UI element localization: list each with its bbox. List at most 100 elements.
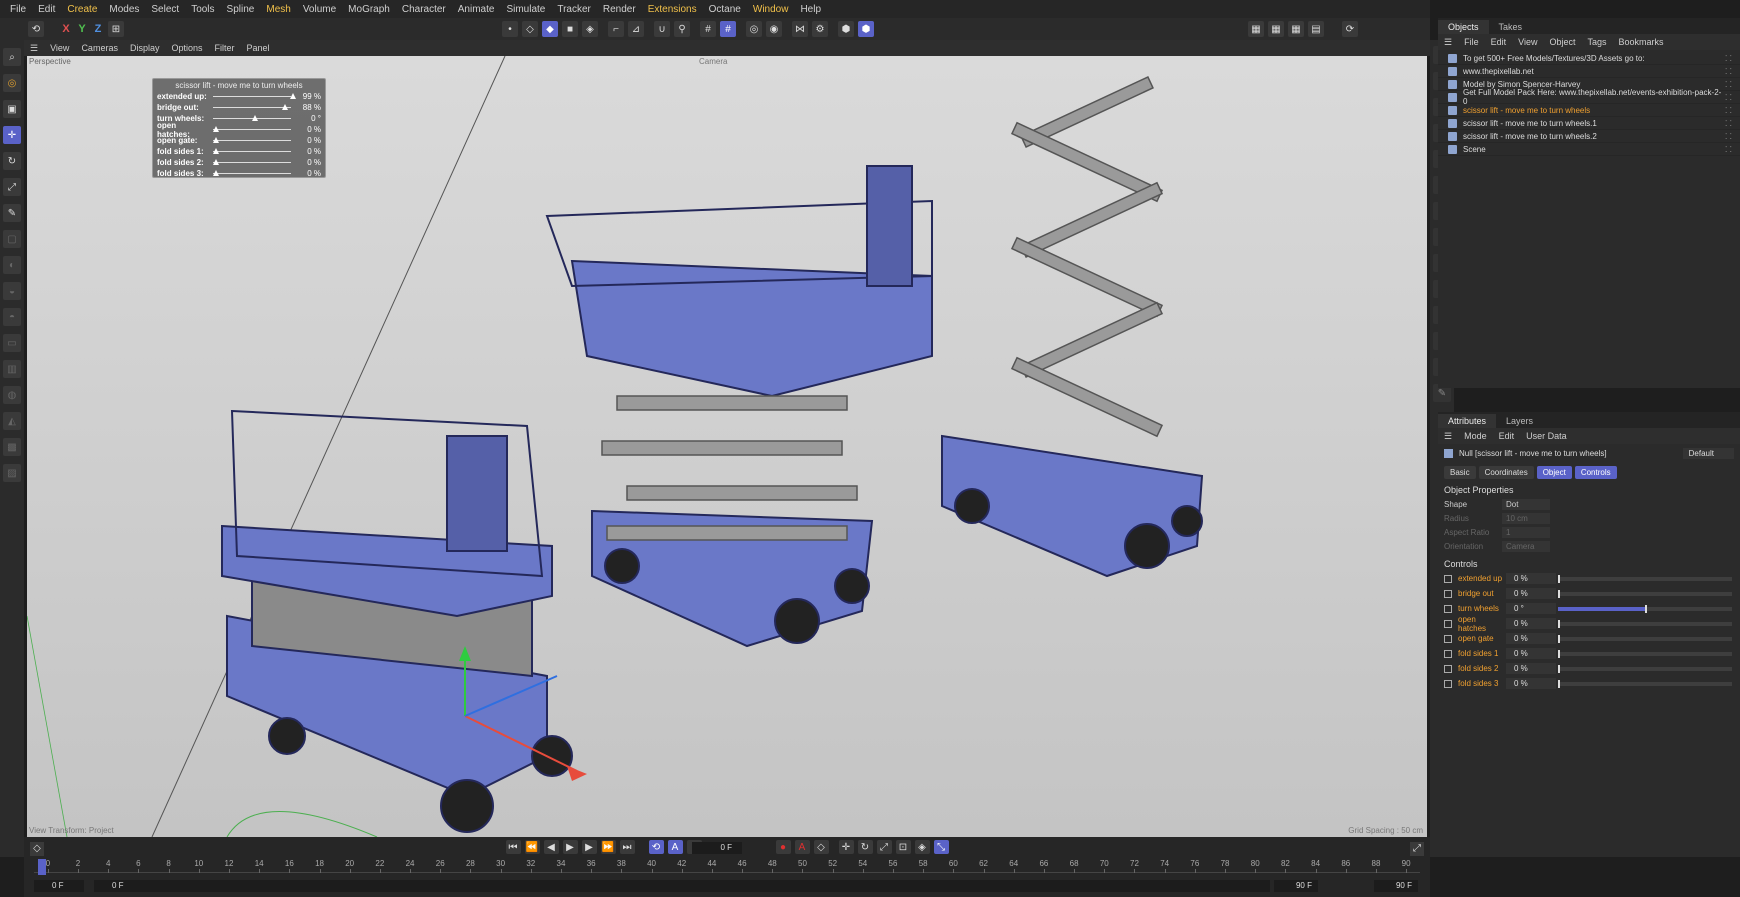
viewport-menu-cameras[interactable]: Cameras	[75, 43, 124, 53]
viewport-menu-display[interactable]: Display	[124, 43, 166, 53]
paint-icon[interactable]: ◭	[3, 412, 21, 430]
control-value-field[interactable]: 0 %	[1506, 633, 1556, 644]
control-slider-knob[interactable]	[1645, 604, 1647, 613]
axis-y-toggle[interactable]: Y	[74, 23, 90, 35]
menu-item-simulate[interactable]: Simulate	[500, 4, 551, 15]
control-value-field[interactable]: 0 %	[1506, 678, 1556, 689]
hud-panel[interactable]: scissor lift - move me to turn wheels ex…	[152, 78, 326, 178]
render-queue-icon[interactable]: ▤	[1308, 21, 1324, 37]
axis-z-toggle[interactable]: Z	[90, 23, 106, 35]
control-slider-knob[interactable]	[1558, 634, 1560, 643]
object-list-item[interactable]: Get Full Model Pack Here: www.thepixella…	[1438, 88, 1740, 106]
hud-slider-row[interactable]: fold sides 1: 0 %	[157, 146, 321, 157]
keyframe-toggle-icon[interactable]	[1444, 589, 1452, 598]
keyframe-toggle-icon[interactable]	[1444, 574, 1452, 583]
control-slider-knob[interactable]	[1558, 589, 1560, 598]
dynamics-icon[interactable]: ⚙	[812, 21, 828, 37]
render-view-icon[interactable]: ⬢	[838, 21, 854, 37]
next-key-icon[interactable]: ⏩	[600, 840, 616, 854]
grid-snap-icon[interactable]: #	[720, 21, 736, 37]
viewport-menu-view[interactable]: View	[44, 43, 75, 53]
hud-slider-knob[interactable]	[281, 104, 288, 110]
end-frame-field[interactable]: 90 F	[1374, 880, 1418, 892]
isolate-icon[interactable]: ◉	[766, 21, 782, 37]
goto-end-icon[interactable]: ⏭	[619, 840, 635, 854]
loop-icon[interactable]: ⟲	[648, 840, 664, 854]
hud-slider-row[interactable]: open hatches: 0 %	[157, 121, 321, 139]
polygon-pen-icon[interactable]: ▢	[3, 230, 21, 248]
control-value-field[interactable]: 0 °	[1506, 603, 1556, 614]
tab-attributes[interactable]: Attributes	[1438, 414, 1497, 428]
snap-icon[interactable]: ⌐	[608, 21, 624, 37]
bevel-icon[interactable]: ◓	[3, 308, 21, 326]
control-slider[interactable]	[1558, 664, 1732, 673]
menu-item-octane[interactable]: Octane	[703, 4, 747, 15]
sculpt-icon[interactable]: ◍	[3, 386, 21, 404]
hud-slider-knob[interactable]	[213, 126, 219, 132]
viewport-menu-panel[interactable]: Panel	[241, 43, 276, 53]
object-flags-icon[interactable]: ⁚⁚	[1725, 67, 1734, 76]
solo-icon[interactable]: ◎	[746, 21, 762, 37]
control-value-field[interactable]: 0 %	[1506, 618, 1556, 629]
control-slider[interactable]	[1558, 589, 1732, 598]
menu-item-file[interactable]: File	[4, 4, 32, 15]
key-scale-icon[interactable]: ⤢	[876, 840, 892, 854]
control-slider[interactable]	[1558, 649, 1732, 658]
loop-cut-icon[interactable]: ▥	[3, 360, 21, 378]
magnet-icon[interactable]: ∪	[654, 21, 670, 37]
selection-icon[interactable]: ▣	[3, 100, 21, 118]
menu-item-help[interactable]: Help	[794, 4, 827, 15]
tab-objects[interactable]: Objects	[1438, 20, 1489, 34]
menu-item-window[interactable]: Window	[747, 4, 795, 15]
points-mode-icon[interactable]: •	[502, 21, 518, 37]
menu-item-render[interactable]: Render	[597, 4, 642, 15]
edges-mode-icon[interactable]: ◇	[522, 21, 538, 37]
scale-icon[interactable]: ⤢	[3, 178, 21, 196]
hud-slider-track[interactable]	[213, 104, 291, 110]
menu-item-volume[interactable]: Volume	[297, 4, 342, 15]
record-icon[interactable]: ●	[775, 840, 791, 854]
texture-icon[interactable]: ▩	[3, 438, 21, 456]
keyframe-toggle-icon[interactable]	[1444, 604, 1452, 613]
control-slider[interactable]	[1558, 679, 1732, 688]
attr-tab-coordinates[interactable]: Coordinates	[1478, 466, 1534, 479]
tab-takes[interactable]: Takes	[1489, 20, 1533, 34]
hud-slider-row[interactable]: fold sides 2: 0 %	[157, 157, 321, 168]
object-flags-icon[interactable]: ⁚⁚	[1725, 106, 1734, 115]
timeline-ruler[interactable]: 0 2 4 6 8 10 12 14 16 18 20 22 24 26 28 30 32 34 36 38 40 42 4…	[34, 859, 1420, 873]
hud-slider-track[interactable]	[213, 126, 291, 132]
keyframe-selection-icon[interactable]: ◇	[813, 840, 829, 854]
object-flags-icon[interactable]: ⁚⁚	[1725, 54, 1734, 63]
control-slider-knob[interactable]	[1558, 679, 1560, 688]
keyframe-diamond-icon[interactable]: ◇	[30, 842, 44, 856]
attributes-menu-icon[interactable]: ☰	[1438, 431, 1458, 442]
menu-item-mesh[interactable]: Mesh	[260, 4, 296, 15]
goto-start-icon[interactable]: ⏮	[505, 840, 521, 854]
min-frame-field[interactable]: 0 F	[94, 880, 1270, 892]
keyframe-toggle-icon[interactable]	[1444, 634, 1452, 643]
hud-slider-knob[interactable]	[252, 115, 258, 121]
control-slider[interactable]	[1558, 634, 1732, 643]
preset-dropdown[interactable]: Default	[1682, 447, 1734, 459]
control-slider-knob[interactable]	[1558, 649, 1560, 658]
viewport-menu-options[interactable]: Options	[165, 43, 208, 53]
menu-item-create[interactable]: Create	[61, 4, 103, 15]
hud-slider-row[interactable]: bridge out: 88 %	[157, 102, 321, 113]
rotate-icon[interactable]: ↻	[3, 152, 21, 170]
keyframe-toggle-icon[interactable]	[1444, 664, 1452, 673]
object-flags-icon[interactable]: ⁚⁚	[1725, 132, 1734, 141]
control-slider-knob[interactable]	[1558, 664, 1560, 673]
menu-item-extensions[interactable]: Extensions	[642, 4, 703, 15]
prev-key-icon[interactable]: ⏪	[524, 840, 540, 854]
objects-menu-tags[interactable]: Tags	[1581, 37, 1612, 47]
menu-item-modes[interactable]: Modes	[103, 4, 145, 15]
control-slider[interactable]	[1558, 619, 1732, 628]
current-frame-field[interactable]: 0 F	[692, 842, 742, 854]
hud-slider-knob[interactable]	[213, 170, 219, 176]
attributes-menu-user-data[interactable]: User Data	[1520, 431, 1573, 441]
control-slider[interactable]	[1558, 574, 1732, 583]
workplane-icon[interactable]: ⊿	[628, 21, 644, 37]
hud-slider-knob[interactable]	[290, 93, 297, 99]
hud-slider-knob[interactable]	[213, 159, 219, 165]
symmetry-icon[interactable]: ⋈	[792, 21, 808, 37]
